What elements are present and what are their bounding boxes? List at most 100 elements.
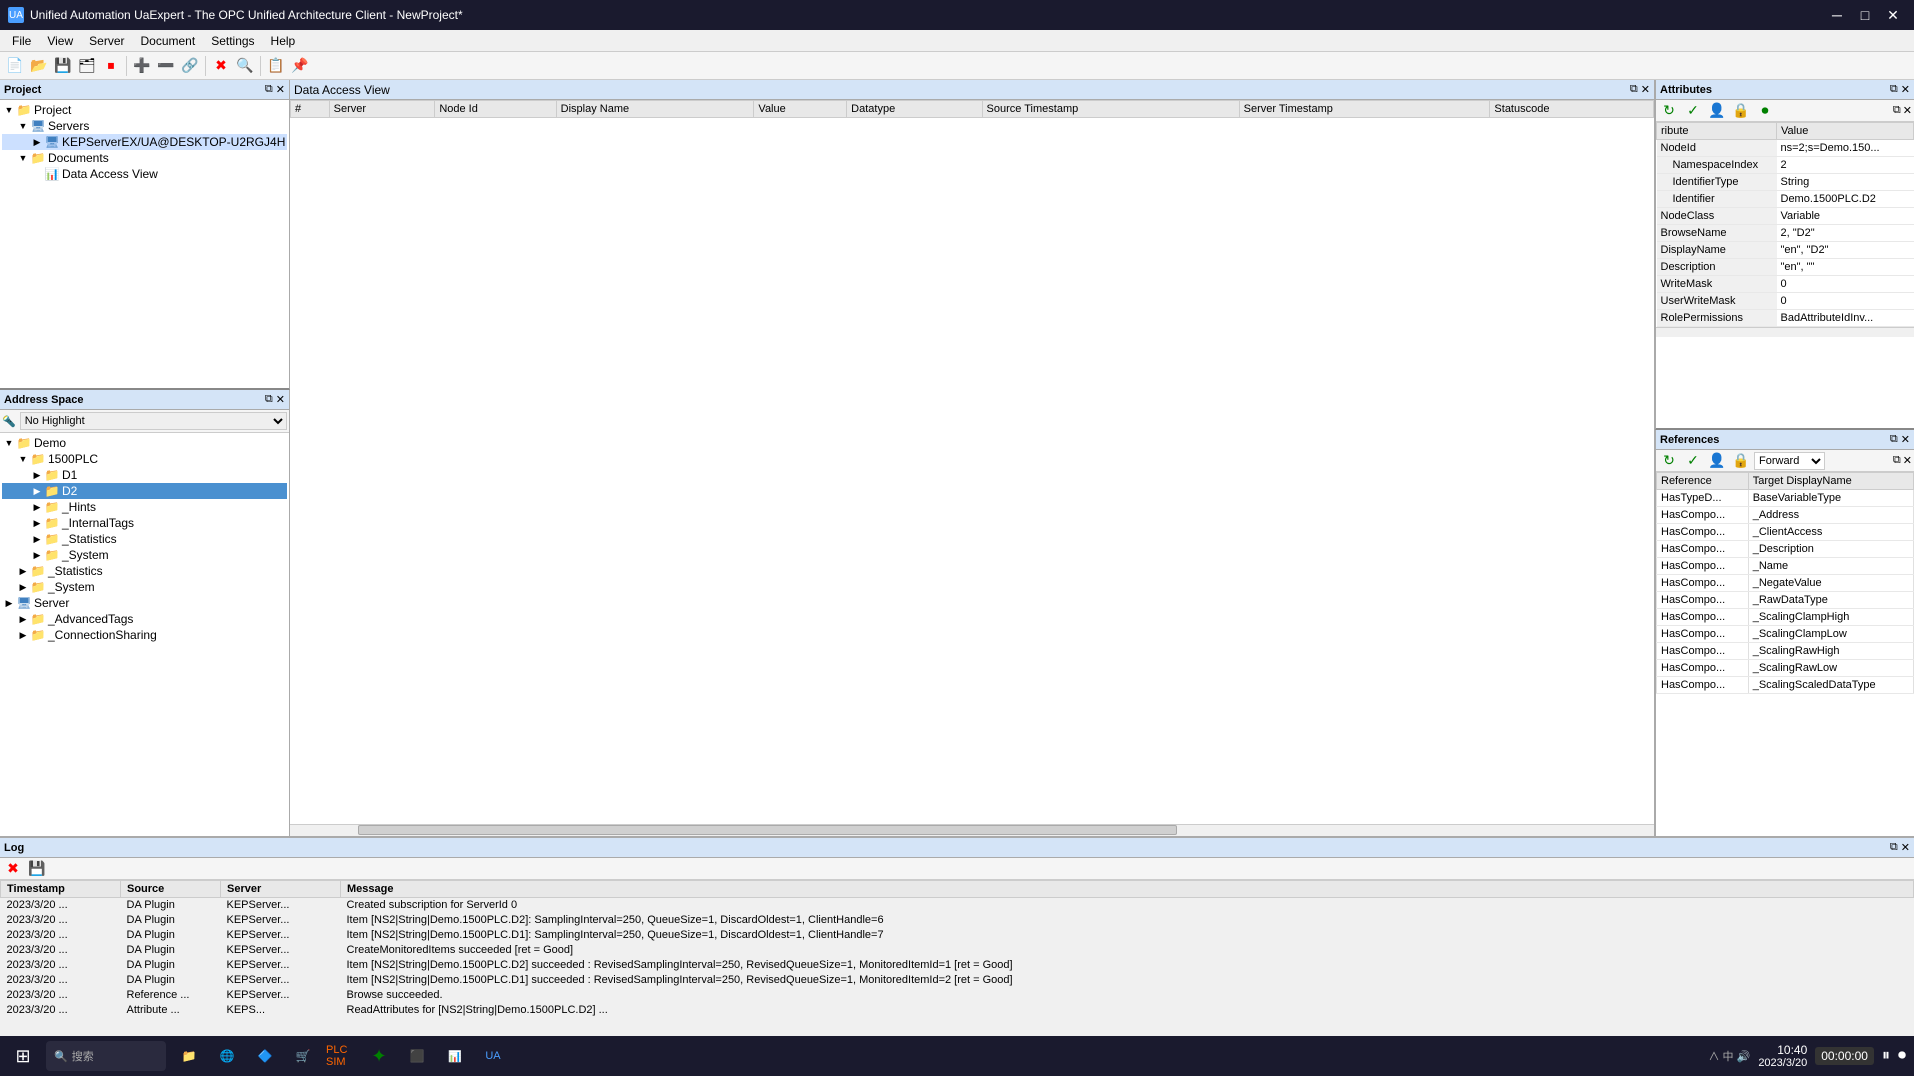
taskbar-record-btn[interactable]: ⏺ bbox=[1898, 1047, 1906, 1065]
copy-button[interactable]: 📋 bbox=[265, 55, 287, 77]
expand-arrow-d1[interactable]: ▶ bbox=[30, 470, 44, 481]
log-close-btn[interactable]: ✕ bbox=[1901, 841, 1910, 854]
taskbar-monitoring-btn[interactable]: 📊 bbox=[440, 1041, 470, 1071]
expand-arrow-connectionsharing[interactable]: ▶ bbox=[16, 630, 30, 641]
ref-user-btn[interactable]: 👤 bbox=[1706, 450, 1728, 472]
log-save-btn[interactable]: 💾 bbox=[26, 858, 48, 880]
cancel-button[interactable]: ✖ bbox=[210, 55, 232, 77]
menu-view[interactable]: View bbox=[39, 32, 81, 50]
ref-settings-btn[interactable]: ✕ bbox=[1903, 454, 1912, 467]
attr-check-btn[interactable]: ✓ bbox=[1682, 100, 1704, 122]
taskbar-edge-btn[interactable]: 🔷 bbox=[250, 1041, 280, 1071]
menu-settings[interactable]: Settings bbox=[203, 32, 262, 50]
expand-arrow-project[interactable]: ▼ bbox=[2, 105, 16, 115]
attr-scrollbar[interactable] bbox=[1656, 327, 1914, 337]
dav-close-btn[interactable]: ✕ bbox=[1641, 83, 1650, 96]
paste-button[interactable]: 📌 bbox=[289, 55, 311, 77]
tree-item-project[interactable]: ▼ 📁 Project bbox=[2, 102, 287, 118]
ref-direction-select[interactable]: Forward Backward bbox=[1754, 452, 1825, 470]
expand-arrow-internaltags[interactable]: ▶ bbox=[30, 518, 44, 529]
menu-file[interactable]: File bbox=[4, 32, 39, 50]
log-clear-btn[interactable]: ✖ bbox=[2, 858, 24, 880]
ref-check-btn[interactable]: ✓ bbox=[1682, 450, 1704, 472]
expand-arrow-demo[interactable]: ▼ bbox=[2, 438, 16, 448]
tree-d1[interactable]: ▶ 📁 D1 bbox=[2, 467, 287, 483]
connect-button[interactable]: 🔗 bbox=[179, 55, 201, 77]
taskbar-files-btn[interactable]: 📁 bbox=[174, 1041, 204, 1071]
tree-statistics[interactable]: ▶ 📁 _Statistics bbox=[2, 563, 287, 579]
references-float-btn[interactable]: ⧉ bbox=[1890, 433, 1898, 446]
expand-arrow-advancedtags[interactable]: ▶ bbox=[16, 614, 30, 625]
expand-arrow-system-sub[interactable]: ▶ bbox=[30, 550, 44, 561]
project-close-btn[interactable]: ✕ bbox=[276, 83, 285, 96]
menu-help[interactable]: Help bbox=[263, 32, 304, 50]
add-server-button[interactable]: ➕ bbox=[131, 55, 153, 77]
attr-icon2-btn[interactable]: 🔒 bbox=[1730, 100, 1752, 122]
stop-button[interactable]: ⏹ bbox=[100, 55, 122, 77]
tree-d2[interactable]: ▶ 📁 D2 bbox=[2, 483, 287, 499]
close-button[interactable]: ✕ bbox=[1880, 5, 1906, 25]
taskbar-pause-btn[interactable]: ⏸ bbox=[1882, 1047, 1890, 1065]
address-space-close-btn[interactable]: ✕ bbox=[276, 393, 285, 406]
taskbar-start[interactable]: ⊞ bbox=[8, 1041, 38, 1071]
tree-system-sub[interactable]: ▶ 📁 _System bbox=[2, 547, 287, 563]
tree-item-servers[interactable]: ▼ 🖥 Servers bbox=[2, 118, 287, 134]
tree-internaltags[interactable]: ▶ 📁 _InternalTags bbox=[2, 515, 287, 531]
expand-arrow-d2[interactable]: ▶ bbox=[30, 486, 44, 497]
tree-server[interactable]: ▶ 🖥 Server bbox=[2, 595, 287, 611]
tree-connectionsharing[interactable]: ▶ 📁 _ConnectionSharing bbox=[2, 627, 287, 643]
tree-demo[interactable]: ▼ 📁 Demo bbox=[2, 435, 287, 451]
expand-arrow-hints[interactable]: ▶ bbox=[30, 502, 44, 513]
expand-arrow-documents[interactable]: ▼ bbox=[16, 153, 30, 163]
expand-arrow-servers[interactable]: ▼ bbox=[16, 121, 30, 131]
taskbar-browser-btn[interactable]: 🌐 bbox=[212, 1041, 242, 1071]
tree-advancedtags[interactable]: ▶ 📁 _AdvancedTags bbox=[2, 611, 287, 627]
expand-arrow-system[interactable]: ▶ bbox=[16, 582, 30, 593]
references-close-btn[interactable]: ✕ bbox=[1901, 433, 1910, 446]
attr-settings-btn[interactable]: ✕ bbox=[1903, 104, 1912, 117]
address-space-float-btn[interactable]: ⧉ bbox=[265, 393, 273, 406]
new-button[interactable]: 📄 bbox=[4, 55, 26, 77]
project-float-btn[interactable]: ⧉ bbox=[265, 83, 273, 96]
tree-item-kepserver[interactable]: ▶ 🖥 KEPServerEX/UA@DESKTOP-U2RGJ4H bbox=[2, 134, 287, 150]
menu-document[interactable]: Document bbox=[132, 32, 203, 50]
tree-item-documents[interactable]: ▼ 📁 Documents bbox=[2, 150, 287, 166]
highlight-filter[interactable]: No Highlight Highlight bbox=[20, 412, 287, 430]
log-expand-btn[interactable]: ⧉ bbox=[1890, 841, 1898, 854]
attr-icon3-btn[interactable]: ⏺ bbox=[1754, 100, 1776, 122]
maximize-button[interactable]: □ bbox=[1852, 5, 1878, 25]
remove-server-button[interactable]: ➖ bbox=[155, 55, 177, 77]
menu-server[interactable]: Server bbox=[81, 32, 132, 50]
search-button[interactable]: 🔍 bbox=[234, 55, 256, 77]
dav-scrollbar[interactable] bbox=[290, 824, 1654, 836]
attributes-close-btn[interactable]: ✕ bbox=[1901, 83, 1910, 96]
taskbar-plcsim-btn[interactable]: PLC SIM bbox=[326, 1041, 356, 1071]
save-all-button[interactable]: 🗂 bbox=[76, 55, 98, 77]
expand-arrow-statistics-sub[interactable]: ▶ bbox=[30, 534, 44, 545]
save-button[interactable]: 💾 bbox=[52, 55, 74, 77]
ref-refresh-btn[interactable]: ↻ bbox=[1658, 450, 1680, 472]
tree-system[interactable]: ▶ 📁 _System bbox=[2, 579, 287, 595]
attributes-float-btn[interactable]: ⧉ bbox=[1890, 83, 1898, 96]
ref-lock-btn[interactable]: 🔒 bbox=[1730, 450, 1752, 472]
expand-arrow-server[interactable]: ▶ bbox=[2, 598, 16, 609]
tree-statistics-sub[interactable]: ▶ 📁 _Statistics bbox=[2, 531, 287, 547]
attr-expand-btn[interactable]: ⧉ bbox=[1893, 104, 1901, 117]
dav-float-btn[interactable]: ⧉ bbox=[1630, 83, 1638, 96]
minimize-button[interactable]: ─ bbox=[1824, 5, 1850, 25]
taskbar-store-btn[interactable]: 🛒 bbox=[288, 1041, 318, 1071]
taskbar-search[interactable]: 🔍 搜索 bbox=[46, 1041, 166, 1071]
taskbar-uaexpert-btn[interactable]: UA bbox=[478, 1041, 508, 1071]
taskbar-terminal-btn[interactable]: ⬛ bbox=[402, 1041, 432, 1071]
tree-item-data-access-view[interactable]: ▶ 📊 Data Access View bbox=[2, 166, 287, 182]
tree-hints[interactable]: ▶ 📁 _Hints bbox=[2, 499, 287, 515]
attr-icon1-btn[interactable]: 👤 bbox=[1706, 100, 1728, 122]
ref-expand-btn[interactable]: ⧉ bbox=[1893, 454, 1901, 467]
expand-arrow-kepserver[interactable]: ▶ bbox=[30, 137, 44, 148]
taskbar-green-btn[interactable]: ✦ bbox=[364, 1041, 394, 1071]
expand-arrow-statistics[interactable]: ▶ bbox=[16, 566, 30, 577]
tree-1500plc[interactable]: ▼ 📁 1500PLC bbox=[2, 451, 287, 467]
attr-refresh-btn[interactable]: ↻ bbox=[1658, 100, 1680, 122]
expand-arrow-1500plc[interactable]: ▼ bbox=[16, 454, 30, 464]
open-button[interactable]: 📂 bbox=[28, 55, 50, 77]
